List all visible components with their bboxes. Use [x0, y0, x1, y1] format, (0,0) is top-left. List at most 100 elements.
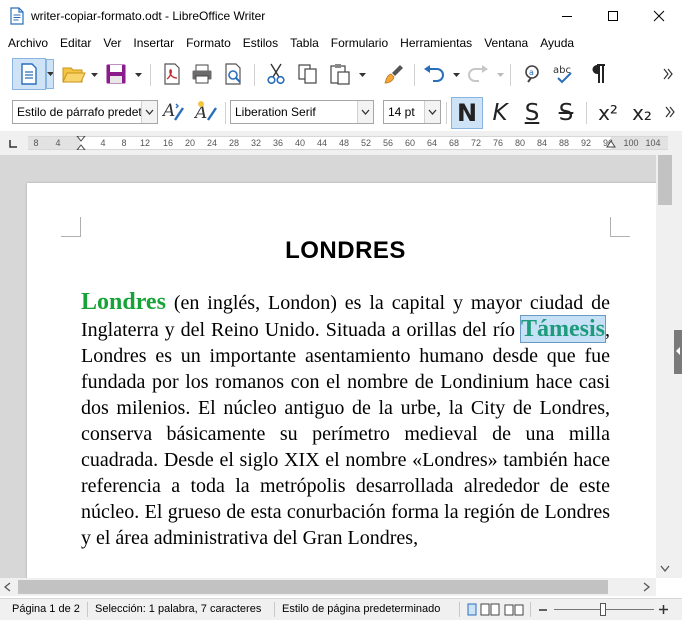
menu-ayuda[interactable]: Ayuda	[534, 31, 580, 55]
multi-page-view-icon[interactable]	[480, 603, 500, 616]
zoom-slider-thumb[interactable]	[600, 603, 606, 616]
left-indent-marker[interactable]	[76, 136, 86, 150]
menu-tabla[interactable]: Tabla	[284, 31, 325, 55]
font-size-combo[interactable]: 14 pt	[383, 100, 441, 124]
scroll-right-icon[interactable]	[642, 582, 650, 592]
scroll-left-icon[interactable]	[4, 582, 12, 592]
zoom-in-icon[interactable]	[658, 604, 669, 615]
font-name-combo[interactable]: Liberation Serif	[230, 100, 374, 124]
toolbar-overflow-button[interactable]	[660, 64, 676, 84]
sidebar-toggle-handle[interactable]	[674, 330, 682, 374]
ruler-number: 48	[338, 138, 350, 148]
maximize-button[interactable]	[590, 0, 636, 31]
close-button[interactable]	[636, 0, 682, 31]
clone-formatting-button[interactable]	[380, 60, 408, 88]
redo-dropdown[interactable]	[496, 60, 504, 90]
page-style[interactable]: Estilo de página predeterminado	[282, 603, 440, 615]
window-title: writer-copiar-formato.odt - LibreOffice …	[31, 8, 266, 23]
update-style-button[interactable]: A	[160, 98, 188, 126]
chevron-down-icon[interactable]	[357, 101, 373, 123]
redo-button[interactable]	[464, 60, 492, 88]
page-count[interactable]: Página 1 de 2	[12, 603, 80, 615]
chevron-down-icon	[47, 71, 53, 76]
subscript-button[interactable]: x₂	[626, 98, 658, 128]
formatting-overflow-button[interactable]	[662, 102, 678, 122]
double-chevron-right-icon	[665, 106, 675, 118]
print-preview-button[interactable]	[220, 60, 248, 88]
ruler-number: 56	[382, 138, 394, 148]
zoom-out-icon[interactable]	[538, 605, 548, 615]
menu-formato[interactable]: Formato	[180, 31, 237, 55]
menu-archivo[interactable]: Archivo	[2, 31, 54, 55]
single-page-view-icon[interactable]	[466, 603, 478, 616]
undo-icon	[424, 65, 444, 82]
formatting-marks-button[interactable]	[584, 60, 612, 88]
ruler-number: 8	[121, 138, 127, 148]
ruler-number: 88	[558, 138, 570, 148]
scissors-icon	[267, 63, 285, 85]
new-style-button[interactable]: A	[192, 98, 220, 126]
menu-estilos[interactable]: Estilos	[237, 31, 284, 55]
open-button[interactable]	[60, 60, 88, 88]
print-button[interactable]	[188, 60, 216, 88]
export-pdf-button[interactable]	[158, 60, 186, 88]
save-dropdown[interactable]	[134, 60, 142, 90]
paste-button[interactable]	[326, 60, 354, 88]
book-view-icon[interactable]	[504, 603, 524, 616]
chevron-down-icon[interactable]	[141, 101, 157, 123]
document-page[interactable]: LONDRES Londres (en inglés, London) es l…	[27, 183, 656, 578]
toolbar-separator	[150, 64, 151, 86]
scroll-down-icon[interactable]	[660, 565, 670, 573]
save-floppy-icon	[106, 64, 126, 84]
spelling-button[interactable]: abc	[550, 60, 578, 88]
document-workspace: LONDRES Londres (en inglés, London) es l…	[0, 155, 656, 578]
printer-icon	[192, 64, 212, 84]
paintbrush-icon	[384, 65, 403, 84]
page-text-area[interactable]: LONDRES Londres (en inglés, London) es l…	[81, 235, 610, 551]
ruler-number: 4	[55, 138, 61, 148]
right-indent-marker[interactable]	[606, 140, 616, 148]
superscript-button[interactable]: x²	[592, 98, 624, 128]
new-document-button[interactable]	[12, 58, 46, 90]
menu-ver[interactable]: Ver	[97, 31, 127, 55]
undo-dropdown[interactable]	[452, 60, 460, 90]
strikethrough-button[interactable]: S	[551, 98, 581, 128]
vertical-scroll-thumb[interactable]	[658, 155, 672, 205]
chevron-left-icon	[676, 347, 680, 355]
paragraph-style-combo[interactable]: Estilo de párrafo predet	[12, 100, 158, 124]
chevron-down-icon[interactable]	[424, 101, 440, 123]
copy-button[interactable]	[294, 60, 322, 88]
ruler-number: 12	[139, 138, 151, 148]
italic-button[interactable]: K	[485, 98, 515, 128]
word-count[interactable]: Selección: 1 palabra, 7 caracteres	[95, 603, 261, 615]
menu-formulario[interactable]: Formulario	[325, 31, 394, 55]
menu-editar[interactable]: Editar	[54, 31, 97, 55]
menu-ventana[interactable]: Ventana	[478, 31, 534, 55]
cut-button[interactable]	[262, 60, 290, 88]
writer-document-icon	[10, 6, 24, 25]
paste-dropdown[interactable]	[358, 60, 366, 90]
ruler-number: 20	[184, 138, 196, 148]
menu-herramientas[interactable]: Herramientas	[394, 31, 478, 55]
svg-text:A: A	[162, 101, 175, 121]
vertical-scrollbar[interactable]	[656, 155, 674, 578]
ruler-number: 68	[448, 138, 460, 148]
svg-text:a: a	[529, 68, 534, 77]
minimize-button[interactable]	[544, 0, 590, 31]
selected-word-thames[interactable]: Támesis	[520, 315, 606, 343]
bold-button[interactable]: N	[451, 97, 483, 129]
save-button[interactable]	[102, 60, 130, 88]
underline-button[interactable]: S	[517, 98, 547, 128]
new-document-dropdown[interactable]	[46, 59, 54, 89]
find-replace-button[interactable]: a	[518, 60, 546, 88]
horizontal-scroll-thumb[interactable]	[18, 580, 608, 594]
body-paragraph[interactable]: Londres (en inglés, London) es la capita…	[81, 289, 610, 551]
ruler-number: 16	[162, 138, 174, 148]
horizontal-scrollbar[interactable]	[0, 578, 656, 596]
undo-button[interactable]	[420, 60, 448, 88]
font-name-value: Liberation Serif	[235, 105, 316, 119]
open-dropdown[interactable]	[90, 60, 98, 90]
horizontal-ruler[interactable]: 8 4 4 8 12 16 20 24 28 32 36 40 44 48 52…	[0, 131, 682, 155]
menu-insertar[interactable]: Insertar	[127, 31, 180, 55]
tab-stop-type-icon[interactable]	[8, 139, 18, 149]
